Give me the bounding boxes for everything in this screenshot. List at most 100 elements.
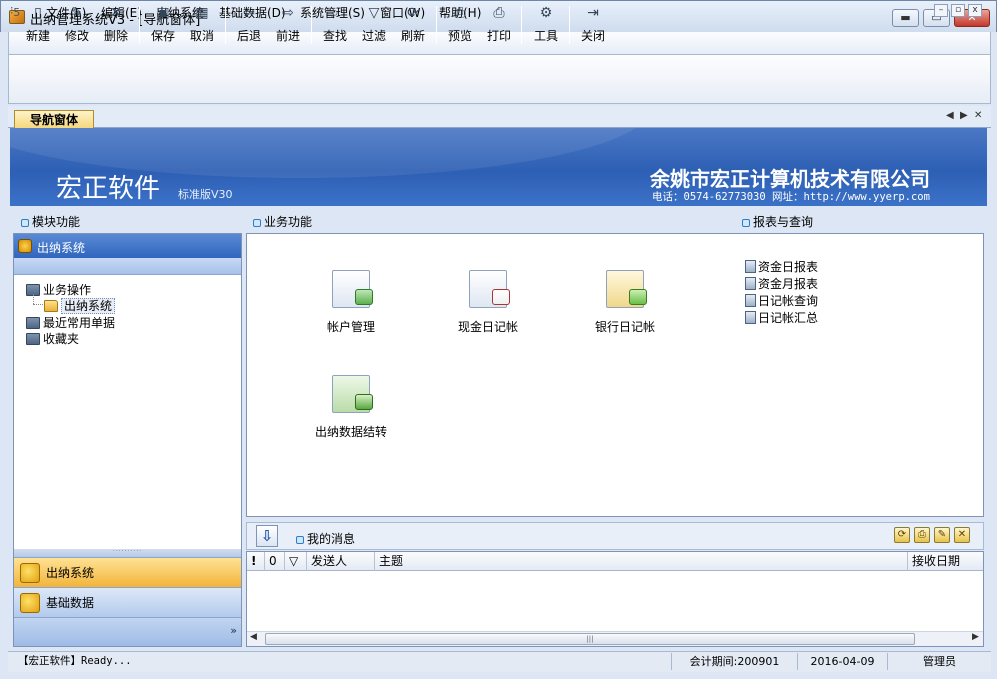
back-label: 后退 [236, 29, 261, 43]
function-bank-journal[interactable]: 银行日记帐 [570, 270, 680, 335]
forward-arrow-icon: ⇨ [282, 5, 294, 21]
mdi-close-button[interactable]: x [968, 4, 982, 17]
preview-button[interactable]: ⎙ 预览 [440, 4, 480, 46]
new-doc-icon: ▯ [34, 5, 42, 21]
tree-item-recent-docs[interactable]: 最近常用单据 [26, 314, 115, 331]
column-flag[interactable]: ▽ [285, 552, 307, 571]
column-sender[interactable]: 发送人 [307, 552, 375, 571]
tab-prev-icon[interactable]: ◀ [946, 110, 954, 121]
tree-item-label: 最近常用单据 [43, 316, 116, 330]
toolbar-separator [436, 6, 437, 44]
tree-item-cashier-system[interactable]: 出纳系统 [44, 297, 116, 314]
exit-door-icon: ⇥ [587, 5, 599, 21]
collapse-messages-button[interactable]: ⇩ [256, 525, 278, 547]
status-user: 管理员 [887, 653, 991, 670]
cancel-button[interactable]: ▦ 取消 [182, 4, 222, 46]
section-bullet-icon [296, 536, 304, 544]
messages-toolbar [246, 522, 984, 550]
cash-journal-icon [469, 270, 510, 308]
nav-button-cashier[interactable]: 出纳系统 [14, 557, 241, 587]
computer-icon [26, 317, 40, 329]
save-label: 保存 [150, 29, 175, 43]
checkmark-badge-icon [492, 289, 510, 305]
tab-next-icon[interactable]: ▶ [960, 110, 968, 121]
refresh-button[interactable]: ⟳ 刷新 [393, 4, 433, 46]
column-subject[interactable]: 主题 [375, 552, 908, 571]
filter-label: 过滤 [361, 29, 386, 43]
business-section-label: 业务功能 [264, 215, 313, 229]
column-importance[interactable]: ! [247, 552, 265, 571]
messages-title-label: 我的消息 [307, 532, 356, 546]
column-attachment[interactable]: 0 [265, 552, 285, 571]
new-button[interactable]: ▯ 新建 [18, 4, 58, 46]
edit-message-icon[interactable]: ✎ [934, 527, 950, 543]
back-button[interactable]: ⇦ 后退 [229, 4, 269, 46]
refresh-messages-icon[interactable]: ⟳ [894, 527, 910, 543]
function-cash-journal[interactable]: 现金日记帐 [433, 270, 543, 335]
close-button[interactable]: ⇥ 关闭 [573, 4, 613, 46]
modify-label: 修改 [64, 29, 89, 43]
save-icon: ▣ [156, 5, 170, 21]
tab-close-icon[interactable]: ✕ [974, 110, 982, 121]
report-journal-query[interactable]: 日记帐查询 [745, 292, 818, 309]
cashier-module-icon [18, 239, 32, 253]
find-button[interactable]: ⌕ 查找 [315, 4, 355, 46]
report-label: 日记帐汇总 [758, 311, 819, 325]
tree-item-business-ops[interactable]: 业务操作 [26, 281, 91, 298]
modify-button[interactable]: ✎ 修改 [57, 4, 97, 46]
edit-icon: ✎ [71, 5, 83, 21]
back-arrow-icon: ⇦ [243, 5, 255, 21]
function-account-management[interactable]: 帐户管理 [296, 270, 406, 335]
minimize-button[interactable]: ▬ [892, 9, 919, 27]
function-data-carryover[interactable]: 出纳数据结转 [296, 375, 406, 440]
filter-button[interactable]: ▽ 过滤 [354, 4, 394, 46]
badge-icon [355, 289, 373, 305]
nav-button-basic-data[interactable]: 基础数据 [14, 587, 241, 617]
function-label: 帐户管理 [326, 320, 375, 334]
report-icon [745, 294, 756, 307]
mdi-minimize-button[interactable]: – [934, 4, 948, 17]
save-button[interactable]: ▣ 保存 [143, 4, 183, 46]
section-bullet-icon [253, 219, 261, 227]
folder-open-icon [44, 300, 58, 312]
report-monthly-funds[interactable]: 资金月报表 [745, 275, 818, 292]
scroll-left-icon[interactable]: ◀ [250, 632, 257, 642]
panel-splitter[interactable]: ·········· [14, 549, 241, 557]
status-accounting-period: 会计期间:200901 [671, 653, 797, 670]
more-buttons-icon[interactable]: » [230, 624, 237, 637]
print-button[interactable]: ⎙ 打印 [479, 4, 519, 46]
preview-icon: ⎙ [454, 5, 466, 21]
delete-icon: ✕ [110, 5, 122, 21]
tab-strip [8, 106, 991, 128]
report-icon [745, 311, 756, 324]
tools-button[interactable]: ⚙ 工具 [526, 4, 566, 46]
tree-connector [33, 304, 43, 305]
report-daily-funds[interactable]: 资金日报表 [745, 258, 818, 275]
toolbar-separator [139, 6, 140, 44]
refresh-icon: ⟳ [407, 5, 419, 21]
transfer-badge-icon [355, 394, 373, 410]
section-bullet-icon [742, 219, 750, 227]
report-label: 资金日报表 [758, 260, 819, 274]
report-journal-summary[interactable]: 日记帐汇总 [745, 309, 818, 326]
delete-message-icon[interactable]: ✕ [954, 527, 970, 543]
forward-button[interactable]: ⇨ 前进 [268, 4, 308, 46]
reports-section-label: 报表与查询 [753, 215, 814, 229]
module-panel-title: 出纳系统 [37, 241, 86, 255]
scroll-right-icon[interactable]: ▶ [972, 632, 979, 642]
tab-navigation-form[interactable]: 导航窗体 [14, 110, 94, 129]
messages-title: 我的消息 [296, 530, 355, 547]
column-received-date[interactable]: 接收日期 [908, 552, 982, 571]
brand-edition: 标准版V30 [178, 188, 233, 201]
nav-button-label: 基础数据 [46, 596, 95, 610]
tree-item-favorites[interactable]: 收藏夹 [26, 330, 79, 347]
tree-connector [33, 294, 34, 304]
module-panel-subbar [14, 258, 241, 275]
delete-button[interactable]: ✕ 删除 [96, 4, 136, 46]
forward-label: 前进 [275, 29, 300, 43]
function-label: 现金日记帐 [457, 320, 518, 334]
scrollbar-thumb[interactable]: ||| [265, 633, 915, 645]
mdi-restore-button[interactable]: ▫ [951, 4, 965, 17]
print-messages-icon[interactable]: ⎙ [914, 527, 930, 543]
modules-section-label: 模块功能 [32, 215, 81, 229]
